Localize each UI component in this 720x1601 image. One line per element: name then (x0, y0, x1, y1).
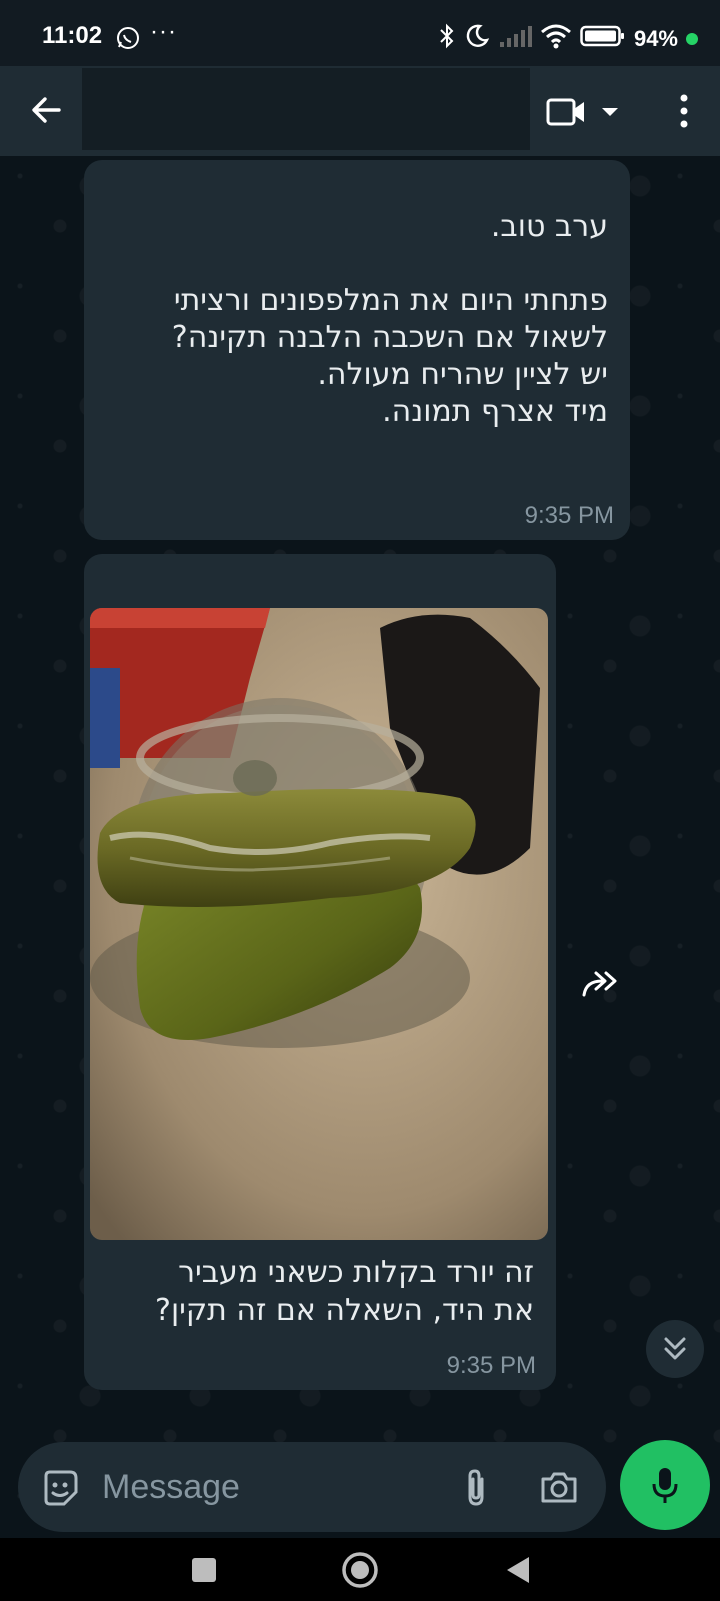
chat-header (0, 66, 720, 156)
battery-icon (580, 24, 626, 53)
message-bubble[interactable]: ערב טוב. פתחתי היום את המלפפונים ורציתי … (84, 160, 630, 540)
message-input[interactable] (102, 1460, 442, 1514)
message-composer (18, 1442, 606, 1532)
status-bar: 11:02 ··· 94% (0, 0, 720, 72)
camera-button[interactable] (536, 1464, 582, 1510)
forward-button[interactable] (578, 962, 622, 1006)
message-line: מיד אצרף תמונה. (382, 394, 608, 429)
message-line: פתחתי היום את המלפפונים ורציתי (173, 283, 608, 318)
emoji-button[interactable] (38, 1466, 82, 1510)
square-icon (192, 1558, 216, 1582)
scroll-to-bottom-button[interactable] (646, 1320, 704, 1378)
image-message-bubble[interactable]: זה יורד בקלות כשאני מעביר את היד, השאלה … (84, 554, 556, 1390)
back-button[interactable] (24, 88, 68, 132)
dropdown-icon (602, 108, 618, 116)
attach-icon (468, 1469, 484, 1506)
camera-icon (541, 1472, 577, 1503)
message-line: לשאול אם השכבה הלבנה תקינה? (171, 320, 608, 355)
back-arrow-icon (32, 97, 61, 123)
status-time: 11:02 (42, 22, 103, 49)
message-timestamp: 9:35 PM (446, 1352, 536, 1379)
contact-name-redacted[interactable] (82, 68, 530, 150)
more-options-button[interactable] (666, 88, 702, 134)
wifi-icon (540, 23, 572, 54)
more-notifications-indicator: ··· (150, 18, 177, 45)
more-vert-icon (680, 94, 688, 128)
home-button[interactable] (338, 1548, 382, 1592)
bluetooth-icon (438, 22, 456, 55)
triangle-back-icon (507, 1557, 529, 1583)
double-chevron-down-icon (664, 1337, 686, 1360)
attach-button[interactable] (454, 1464, 498, 1510)
system-navigation-bar (0, 1538, 720, 1601)
message-line: יש לציין שהריח מעולה. (317, 357, 608, 392)
status-icons: 94% (438, 22, 698, 55)
moon-icon (464, 23, 490, 54)
privacy-indicator-dot (686, 32, 698, 45)
emoji-sticker-icon (44, 1470, 78, 1506)
video-call-button[interactable] (546, 92, 626, 132)
photo-pickles-jar[interactable] (90, 608, 548, 1240)
caption-line: זה יורד בקלות כשאני מעביר (178, 1255, 534, 1290)
message-text: ערב טוב. פתחתי היום את המלפפונים ורציתי … (98, 208, 608, 430)
mic-icon (652, 1468, 678, 1503)
battery-percentage: 94% (633, 25, 678, 51)
caption-line: את היד, השאלה אם זה תקין? (155, 1293, 534, 1328)
message-timestamp: 9:35 PM (524, 502, 614, 529)
chat-area[interactable]: ערב טוב. פתחתי היום את המלפפונים ורציתי … (0, 156, 720, 1536)
voice-message-button[interactable] (620, 1440, 710, 1530)
image-caption: זה יורד בקלות כשאני מעביר את היד, השאלה … (94, 1254, 534, 1330)
circle-icon (342, 1552, 378, 1588)
signal-icon (498, 24, 532, 53)
video-call-icon (546, 98, 584, 126)
message-line: ערב טוב. (490, 209, 608, 244)
whatsapp-icon (116, 26, 140, 55)
back-nav-button[interactable] (496, 1548, 540, 1592)
forward-icon (582, 971, 617, 997)
recents-button[interactable] (182, 1548, 226, 1592)
